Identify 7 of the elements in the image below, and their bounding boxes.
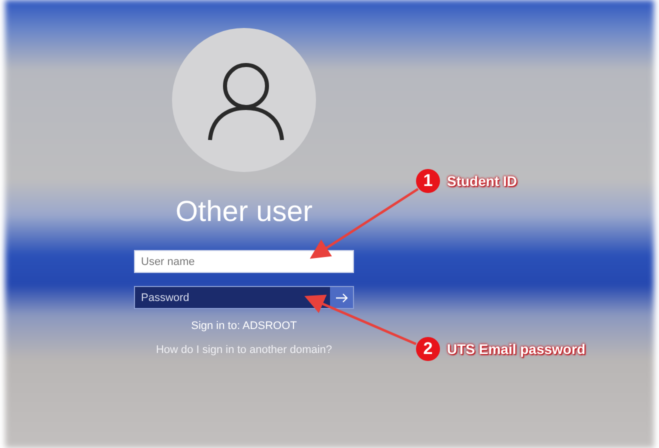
- user-name-heading: Other user: [176, 195, 312, 230]
- annotation-label: UTS Email password: [447, 341, 586, 357]
- annotation-label: Student ID: [447, 173, 517, 189]
- help-link[interactable]: How do I sign in to another domain?: [156, 344, 332, 356]
- sign-in-domain-text: Sign in to: ADSROOT: [191, 320, 297, 332]
- username-field[interactable]: User name: [134, 250, 354, 273]
- user-avatar-icon: [172, 28, 316, 172]
